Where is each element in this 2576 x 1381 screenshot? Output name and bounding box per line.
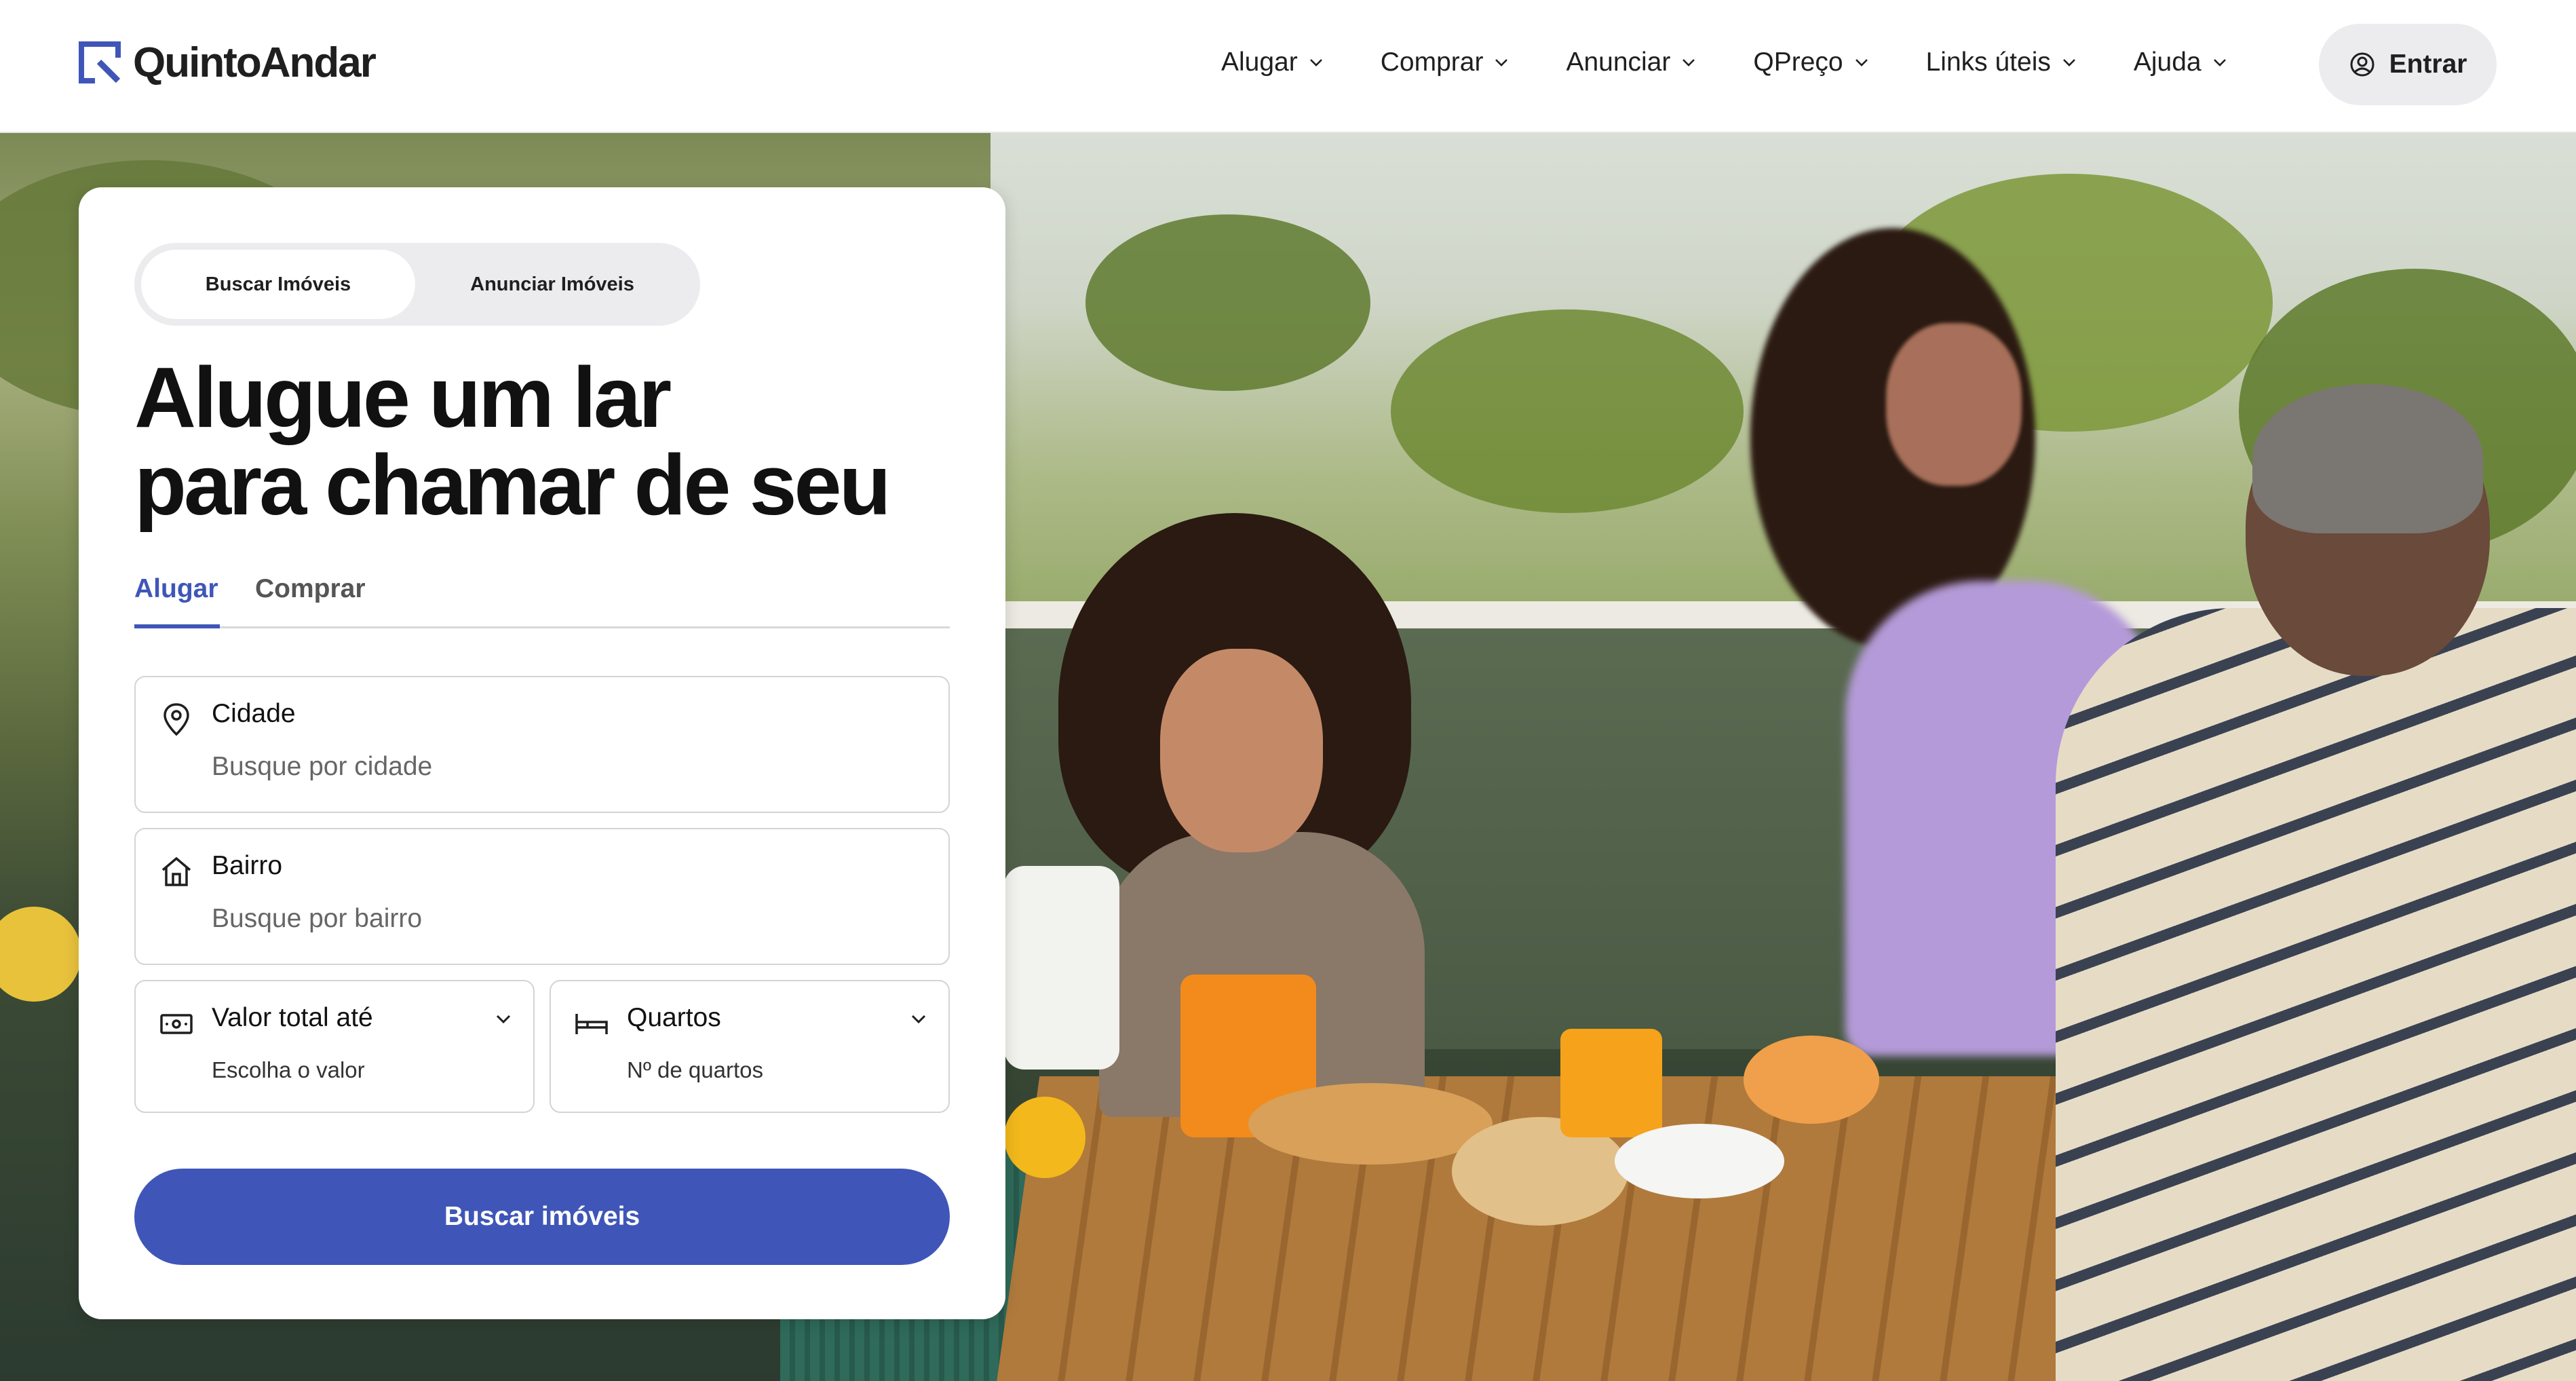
price-value: Escolha o valor — [212, 1057, 365, 1082]
nav-item-comprar[interactable]: Comprar — [1381, 48, 1511, 77]
rooms-value: Nº de quartos — [627, 1057, 763, 1082]
chevron-down-icon — [1855, 59, 1868, 67]
hero-bowl — [1615, 1124, 1784, 1198]
money-icon — [160, 1014, 193, 1034]
location-pin-icon — [164, 703, 189, 736]
logo-text: QuintoAndar — [133, 39, 377, 86]
nav-label: Ajuda — [2133, 48, 2202, 77]
logo-mark-icon — [79, 41, 121, 83]
hero-bread — [1248, 1083, 1493, 1165]
nav-item-qpreco[interactable]: QPreço — [1753, 48, 1870, 77]
user-circle-icon — [2350, 52, 2375, 77]
bed-icon — [575, 1014, 608, 1034]
search-submit-button[interactable]: Buscar imóveis — [134, 1169, 950, 1265]
logo[interactable]: QuintoAndar — [79, 39, 377, 86]
chevron-down-icon — [1495, 59, 1508, 67]
nav-item-anunciar[interactable]: Anunciar — [1566, 48, 1697, 77]
headline-line-1: Alugue um lar — [134, 349, 672, 445]
page-title: Alugue um lar para chamar de seu — [134, 349, 891, 533]
nav-item-alugar[interactable]: Alugar — [1221, 48, 1325, 77]
hero-man — [2029, 384, 2576, 1381]
price-select[interactable]: Valor total até Escolha o valor — [134, 980, 535, 1113]
nav-item-ajuda[interactable]: Ajuda — [2134, 48, 2229, 77]
hero-papaya — [1744, 1036, 1879, 1124]
neighborhood-field[interactable]: Bairro Busque por bairro — [134, 828, 950, 965]
nav-label: Alugar — [1221, 48, 1298, 77]
nav-label: Anunciar — [1566, 48, 1671, 77]
price-label: Valor total até — [212, 1003, 373, 1032]
tab-comprar[interactable]: Comprar — [255, 574, 366, 628]
hero-foliage — [1085, 214, 1370, 391]
login-button[interactable]: Entrar — [2319, 24, 2497, 105]
chevron-down-icon — [911, 1015, 926, 1024]
nav-label: QPreço — [1753, 48, 1843, 77]
city-field[interactable]: Cidade Busque por cidade — [134, 676, 950, 813]
search-card: Buscar Imóveis Anunciar Imóveis Alugue u… — [79, 187, 1005, 1319]
hero-juice-glass — [1560, 1029, 1662, 1137]
nav-label: Links úteis — [1925, 48, 2051, 77]
city-label: Cidade — [212, 699, 296, 728]
chevron-down-icon — [2062, 59, 2075, 67]
segment-buscar-imoveis[interactable]: Buscar Imóveis — [141, 250, 415, 319]
city-input[interactable]: Busque por cidade — [212, 752, 432, 782]
deal-type-tabs: Alugar Comprar — [134, 574, 950, 628]
rooms-select[interactable]: Quartos Nº de quartos — [550, 980, 950, 1113]
tab-alugar[interactable]: Alugar — [134, 574, 220, 628]
chevron-down-icon — [496, 1015, 511, 1024]
neighborhood-input[interactable]: Busque por bairro — [212, 904, 422, 934]
nav-label: Comprar — [1380, 48, 1484, 77]
login-label: Entrar — [2389, 50, 2467, 79]
hero-foliage — [1391, 309, 1744, 513]
segment-anunciar-imoveis[interactable]: Anunciar Imóveis — [415, 250, 689, 319]
chevron-down-icon — [1309, 59, 1322, 67]
chevron-down-icon — [2213, 59, 2226, 67]
hero-fruit — [0, 907, 81, 1002]
headline-line-2: para chamar de seu — [134, 436, 891, 533]
chevron-down-icon — [1683, 59, 1695, 67]
nav-item-links-uteis[interactable]: Links úteis — [1926, 48, 2078, 77]
hero-fruit — [1004, 1097, 1085, 1178]
hero-teapot — [1004, 866, 1119, 1070]
neighborhood-label: Bairro — [212, 851, 283, 880]
rooms-label: Quartos — [627, 1003, 721, 1032]
search-mode-toggle: Buscar Imóveis Anunciar Imóveis — [134, 243, 700, 326]
site-header: QuintoAndar Alugar Comprar Anunciar QPre… — [0, 0, 2576, 133]
main-nav: Alugar Comprar Anunciar QPreço Links úte… — [1221, 41, 2229, 84]
house-icon — [161, 856, 191, 886]
